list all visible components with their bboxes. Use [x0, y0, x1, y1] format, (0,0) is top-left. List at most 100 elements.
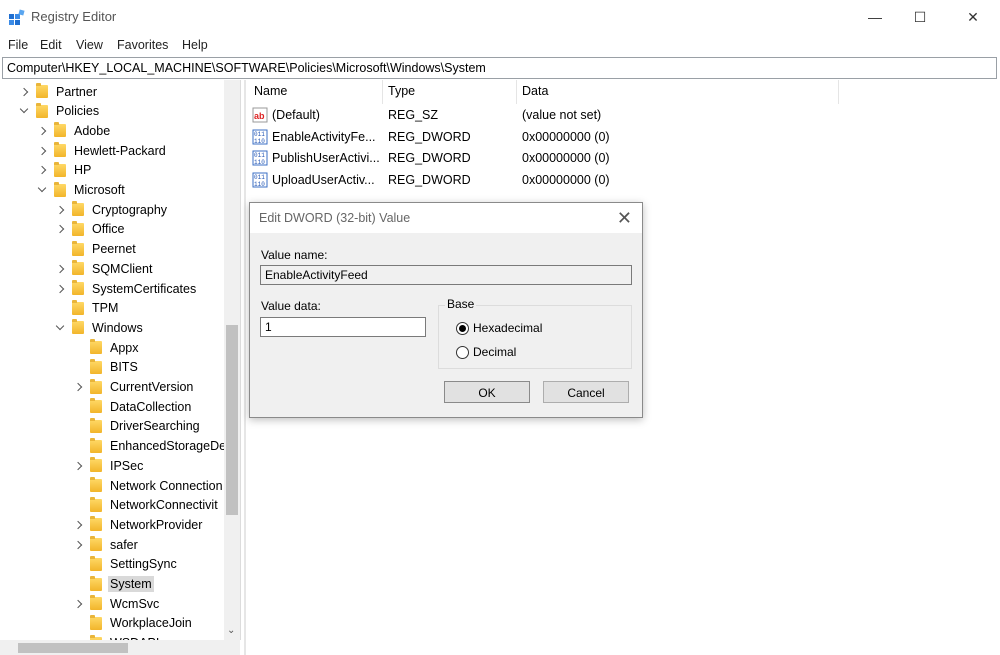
- chevron-right-icon[interactable]: [18, 86, 30, 98]
- chevron-right-icon[interactable]: [54, 263, 66, 275]
- column-header-type[interactable]: Type: [388, 84, 415, 98]
- column-header-data[interactable]: Data: [522, 84, 548, 98]
- tree-node[interactable]: Microsoft: [36, 181, 127, 200]
- chevron-right-icon[interactable]: [36, 164, 48, 176]
- value-row[interactable]: 011 110 EnableActivityFe... REG_DWORD 0x0000…: [252, 127, 652, 147]
- value-row[interactable]: 011 110 PublishUserActivi... REG_DWORD 0x000…: [252, 148, 652, 168]
- tree-node[interactable]: NetworkConnectivit: [72, 496, 220, 515]
- chevron-down-icon[interactable]: [54, 322, 66, 334]
- value-row[interactable]: 011 110 UploadUserActiv... REG_DWORD 0x00000…: [252, 170, 652, 190]
- tree-node[interactable]: DataCollection: [72, 397, 193, 416]
- tree-node[interactable]: BITS: [72, 358, 140, 377]
- ok-button[interactable]: OK: [444, 381, 530, 403]
- chevron-right-icon[interactable]: [54, 283, 66, 295]
- tree-node[interactable]: HP: [36, 161, 93, 180]
- minimize-button[interactable]: —: [850, 0, 900, 34]
- chevron-right-icon[interactable]: [72, 460, 84, 472]
- value-type: REG_DWORD: [388, 172, 471, 187]
- column-divider[interactable]: [382, 80, 383, 104]
- tree-node[interactable]: Office: [54, 220, 126, 239]
- tree-node[interactable]: Appx: [72, 338, 141, 357]
- tree-node[interactable]: CurrentVersion: [72, 378, 195, 397]
- tree-node-label: SettingSync: [110, 557, 177, 572]
- tree-node[interactable]: Windows: [54, 318, 145, 337]
- chevron-down-icon[interactable]: [36, 184, 48, 196]
- chevron-right-icon[interactable]: [54, 223, 66, 235]
- menu-favorites[interactable]: Favorites: [117, 38, 168, 52]
- value-type: REG_DWORD: [388, 151, 471, 165]
- tree-node[interactable]: safer: [72, 535, 140, 554]
- svg-text:011: 011: [254, 131, 265, 138]
- folder-icon: [72, 280, 84, 295]
- hexadecimal-label[interactable]: Hexadecimal: [473, 321, 542, 335]
- chevron-right-icon[interactable]: [72, 539, 84, 551]
- tree-node[interactable]: WorkplaceJoin: [72, 614, 194, 633]
- tree-node-label: Partner: [56, 84, 97, 99]
- tree-node[interactable]: Hewlett-Packard: [36, 141, 168, 160]
- tree-node[interactable]: IPSec: [72, 456, 145, 475]
- hexadecimal-radio[interactable]: [456, 322, 469, 335]
- folder-icon: [72, 201, 84, 217]
- close-icon: ✕: [967, 8, 979, 25]
- tree-node-label: Microsoft: [74, 183, 125, 197]
- column-divider[interactable]: [516, 80, 517, 104]
- cancel-button[interactable]: Cancel: [543, 381, 629, 403]
- chevron-right-icon[interactable]: [36, 125, 48, 137]
- tree-vertical-scrollbar[interactable]: ⌄: [224, 80, 240, 640]
- tree-scroll-thumb[interactable]: [226, 325, 238, 515]
- folder-icon: [72, 220, 84, 236]
- dialog-close-icon[interactable]: ✕: [617, 208, 632, 229]
- binary-value-icon: 011110: [252, 172, 268, 188]
- address-bar[interactable]: Computer\HKEY_LOCAL_MACHINE\SOFTWARE\Pol…: [2, 57, 997, 79]
- tree-node-label: Office: [92, 222, 125, 237]
- tree-node[interactable]: SettingSync: [72, 555, 179, 574]
- tree-node[interactable]: Peernet: [54, 240, 138, 259]
- column-divider[interactable]: [838, 80, 839, 104]
- chevron-right-icon[interactable]: [54, 204, 66, 216]
- menu-view[interactable]: View: [76, 38, 103, 52]
- value-type: REG_SZ: [388, 108, 439, 122]
- tree-node[interactable]: WcmSvc: [72, 594, 161, 613]
- tree-horizontal-scrollbar[interactable]: [0, 640, 240, 655]
- value-name-field[interactable]: EnableActivityFeed: [260, 265, 632, 285]
- tree-node[interactable]: EnhancedStorageDe: [72, 437, 228, 456]
- maximize-button[interactable]: ☐: [895, 0, 945, 34]
- tree-node[interactable]: System: [72, 575, 154, 594]
- chevron-down-icon[interactable]: [18, 105, 30, 117]
- tree-node[interactable]: Partner: [18, 82, 99, 101]
- tree-hscroll-thumb[interactable]: [18, 643, 128, 653]
- pane-splitter[interactable]: [244, 80, 246, 655]
- chevron-right-icon[interactable]: [72, 519, 84, 531]
- chevron-right-icon[interactable]: [36, 145, 48, 157]
- menu-help[interactable]: Help: [182, 38, 208, 52]
- scroll-down-icon[interactable]: ⌄: [227, 625, 235, 636]
- tree-node[interactable]: SQMClient: [54, 259, 154, 278]
- tree-node[interactable]: NetworkProvider: [72, 515, 204, 534]
- tree-node[interactable]: TPM: [54, 299, 120, 318]
- menu-file[interactable]: File: [8, 38, 28, 52]
- chevron-right-icon[interactable]: [72, 381, 84, 393]
- tree-node[interactable]: Adobe: [36, 121, 112, 140]
- tree-node[interactable]: Policies: [18, 102, 101, 121]
- decimal-label[interactable]: Decimal: [473, 345, 516, 359]
- column-header-name[interactable]: Name: [254, 84, 287, 98]
- value-row[interactable]: ab (Default) REG_SZ (value not set): [252, 105, 652, 125]
- tree-node[interactable]: Network Connection: [72, 476, 225, 495]
- tree-node[interactable]: DriverSearching: [72, 417, 202, 436]
- folder-icon: [90, 575, 102, 591]
- tree-node[interactable]: Cryptography: [54, 200, 169, 219]
- title-bar: Registry Editor — ☐ ✕: [0, 0, 1000, 34]
- tree-node-label: CurrentVersion: [110, 380, 194, 394]
- chevron-right-icon[interactable]: [72, 598, 84, 610]
- tree-node[interactable]: SystemCertificates: [54, 279, 198, 298]
- value-data-input[interactable]: 1: [260, 317, 426, 337]
- decimal-radio[interactable]: [456, 346, 469, 359]
- menu-edit[interactable]: Edit: [40, 38, 62, 52]
- tree-node-label: NetworkConnectivit: [110, 498, 218, 513]
- close-button[interactable]: ✕: [948, 0, 998, 34]
